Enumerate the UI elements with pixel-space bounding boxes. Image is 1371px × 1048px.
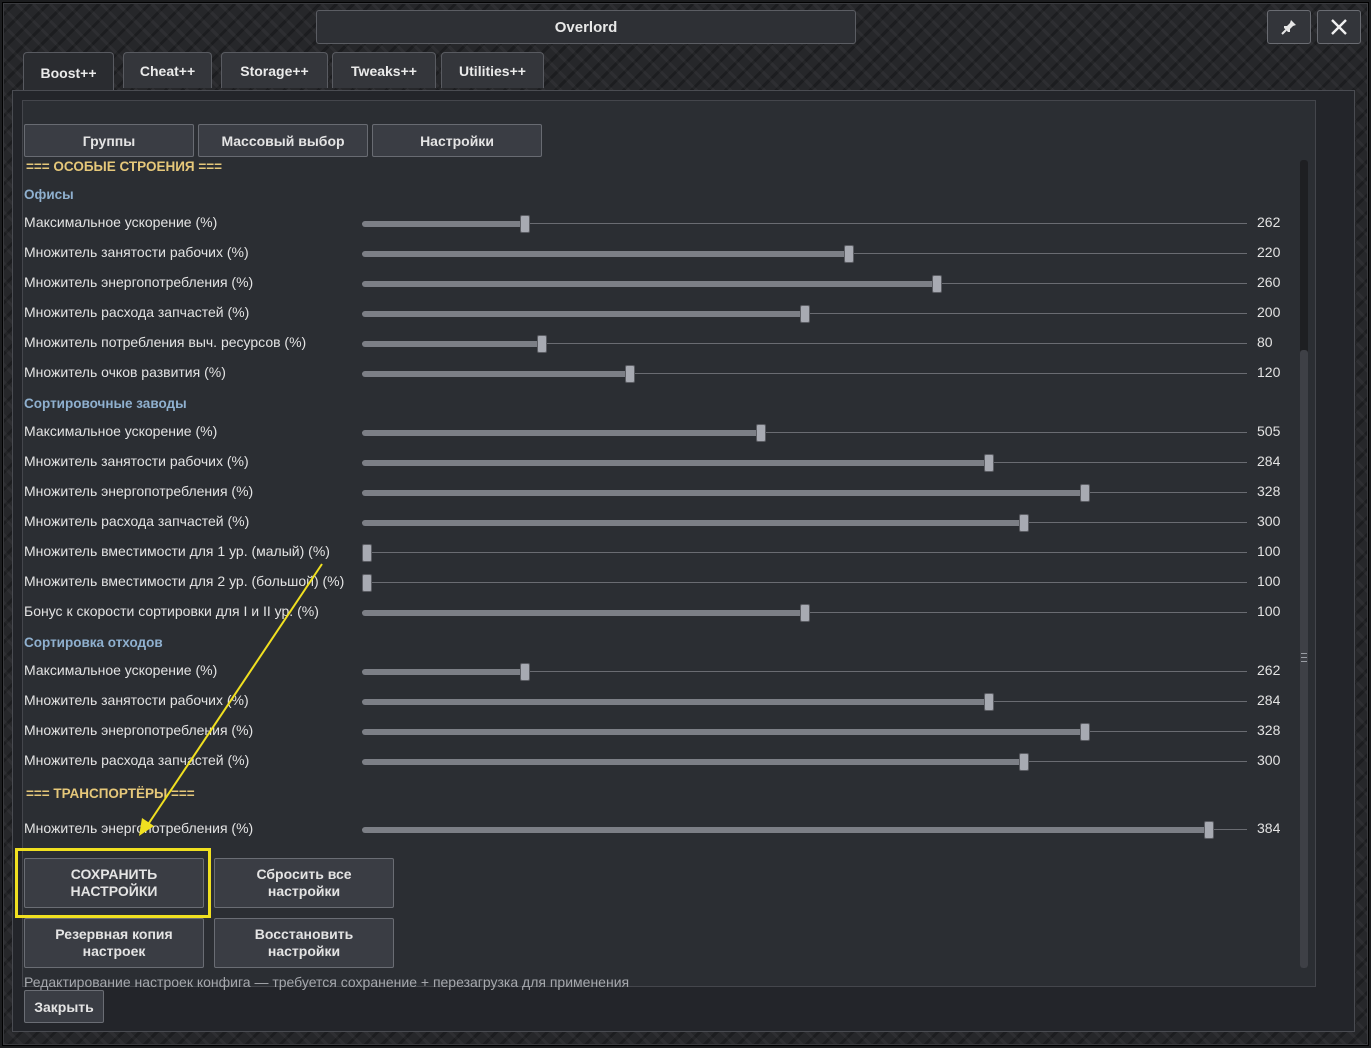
- slider-thumb[interactable]: [755, 424, 766, 442]
- setting-value: 260: [1257, 274, 1281, 290]
- setting-label: Множитель расхода запчастей (%): [24, 304, 250, 320]
- setting-value: 80: [1257, 334, 1273, 350]
- setting-label: Множитель энергопотребления (%): [24, 274, 254, 290]
- pin-button[interactable]: [1267, 10, 1311, 44]
- setting-value: 300: [1257, 513, 1281, 529]
- slider-fill: [362, 371, 629, 377]
- slider-thumb[interactable]: [1203, 821, 1214, 839]
- setting-label: Множитель расхода запчастей (%): [24, 513, 250, 529]
- slider-fill: [362, 699, 989, 705]
- backup-settings-button[interactable]: Резервная копия настроек: [24, 918, 204, 968]
- slider-thumb[interactable]: [1019, 753, 1030, 771]
- slider-track[interactable]: [362, 552, 1247, 553]
- close-button[interactable]: Закрыть: [24, 990, 104, 1023]
- setting-value: 100: [1257, 543, 1281, 559]
- setting-label: Множитель занятости рабочих (%): [24, 244, 249, 260]
- slider-fill: [362, 669, 524, 675]
- slider-thumb[interactable]: [624, 365, 635, 383]
- setting-value: 505: [1257, 423, 1281, 439]
- tab-boost[interactable]: Boost++: [23, 52, 114, 92]
- setting-value: 262: [1257, 214, 1281, 230]
- slider-fill: [362, 460, 989, 466]
- save-button-highlight: [15, 848, 211, 918]
- setting-value: 284: [1257, 453, 1281, 469]
- groups-button[interactable]: Группы: [24, 124, 194, 157]
- slider-thumb[interactable]: [800, 305, 811, 323]
- slider-thumb[interactable]: [537, 335, 547, 353]
- slider-fill: [362, 281, 936, 287]
- slider-fill: [362, 430, 760, 436]
- slider-thumb[interactable]: [984, 454, 995, 472]
- slider-thumb[interactable]: [1080, 484, 1091, 502]
- tab-tweaks[interactable]: Tweaks++: [332, 52, 436, 88]
- setting-label: Множитель занятости рабочих (%): [24, 692, 249, 708]
- setting-label: Бонус к скорости сортировки для I и II у…: [24, 603, 319, 619]
- slider-fill: [362, 759, 1024, 765]
- setting-value: 384: [1257, 820, 1281, 836]
- setting-label: Множитель энергопотребления (%): [24, 722, 254, 738]
- setting-value: 120: [1257, 364, 1281, 380]
- slider-fill: [362, 490, 1085, 496]
- grip-icon: [1301, 653, 1307, 665]
- close-window-button[interactable]: [1317, 10, 1361, 44]
- setting-value: 328: [1257, 722, 1281, 738]
- setting-label: Множитель потребления выч. ресурсов (%): [24, 334, 307, 350]
- slider-thumb[interactable]: [984, 693, 995, 711]
- setting-label: Максимальное ускорение (%): [24, 423, 218, 439]
- slider-fill: [362, 610, 805, 616]
- slider-fill: [362, 827, 1208, 833]
- mass-select-button[interactable]: Массовый выбор: [198, 124, 368, 157]
- setting-value: 328: [1257, 483, 1281, 499]
- setting-value: 200: [1257, 304, 1281, 320]
- slider-thumb[interactable]: [519, 215, 530, 233]
- group-heading-sorting: Сортировочные заводы: [24, 396, 187, 411]
- slider-thumb[interactable]: [362, 544, 372, 562]
- setting-label: Множитель занятости рабочих (%): [24, 453, 249, 469]
- group-heading-waste: Сортировка отходов: [24, 635, 163, 650]
- tab-cheat[interactable]: Cheat++: [123, 52, 212, 88]
- setting-label: Максимальное ускорение (%): [24, 214, 218, 230]
- setting-label: Множитель энергопотребления (%): [24, 483, 254, 499]
- slider-thumb[interactable]: [844, 245, 855, 263]
- setting-value: 284: [1257, 692, 1281, 708]
- setting-value: 100: [1257, 603, 1281, 619]
- slider-thumb[interactable]: [362, 574, 372, 592]
- tab-utilities[interactable]: Utilities++: [441, 52, 544, 88]
- setting-value: 220: [1257, 244, 1281, 260]
- status-text: Редактирование настроек конфига — требуе…: [24, 974, 630, 990]
- setting-label: Максимальное ускорение (%): [24, 662, 218, 678]
- close-icon: [1331, 19, 1347, 35]
- slider-fill: [362, 520, 1024, 526]
- setting-label: Множитель расхода запчастей (%): [24, 752, 250, 768]
- slider-thumb[interactable]: [800, 604, 811, 622]
- slider-track[interactable]: [362, 582, 1247, 583]
- restore-settings-button[interactable]: Восстановить настройки: [214, 918, 394, 968]
- pin-icon: [1281, 20, 1296, 35]
- tab-storage[interactable]: Storage++: [221, 52, 328, 88]
- group-heading-offices: Офисы: [24, 187, 74, 202]
- slider-fill: [362, 341, 541, 347]
- setting-value: 262: [1257, 662, 1281, 678]
- slider-thumb[interactable]: [931, 275, 942, 293]
- setting-label: Множитель энергопотребления (%): [24, 820, 254, 836]
- section-heading-special: === ОСОБЫЕ СТРОЕНИЯ ===: [26, 159, 223, 174]
- setting-label: Множитель вместимости для 1 ур. (малый) …: [24, 543, 330, 559]
- setting-label: Множитель очков развития (%): [24, 364, 226, 380]
- section-heading-transporters: === ТРАНСПОРТЁРЫ ===: [26, 786, 195, 801]
- window-title: Overlord: [316, 10, 856, 44]
- slider-thumb[interactable]: [519, 663, 530, 681]
- setting-value: 300: [1257, 752, 1281, 768]
- slider-fill: [362, 251, 849, 257]
- setting-value: 100: [1257, 573, 1281, 589]
- settings-button[interactable]: Настройки: [372, 124, 542, 157]
- slider-fill: [362, 729, 1085, 735]
- slider-fill: [362, 221, 524, 227]
- setting-label: Множитель вместимости для 2 ур. (большой…: [24, 573, 345, 589]
- slider-thumb[interactable]: [1080, 723, 1091, 741]
- slider-fill: [362, 311, 805, 317]
- slider-thumb[interactable]: [1019, 514, 1030, 532]
- reset-settings-button[interactable]: Сбросить все настройки: [214, 858, 394, 908]
